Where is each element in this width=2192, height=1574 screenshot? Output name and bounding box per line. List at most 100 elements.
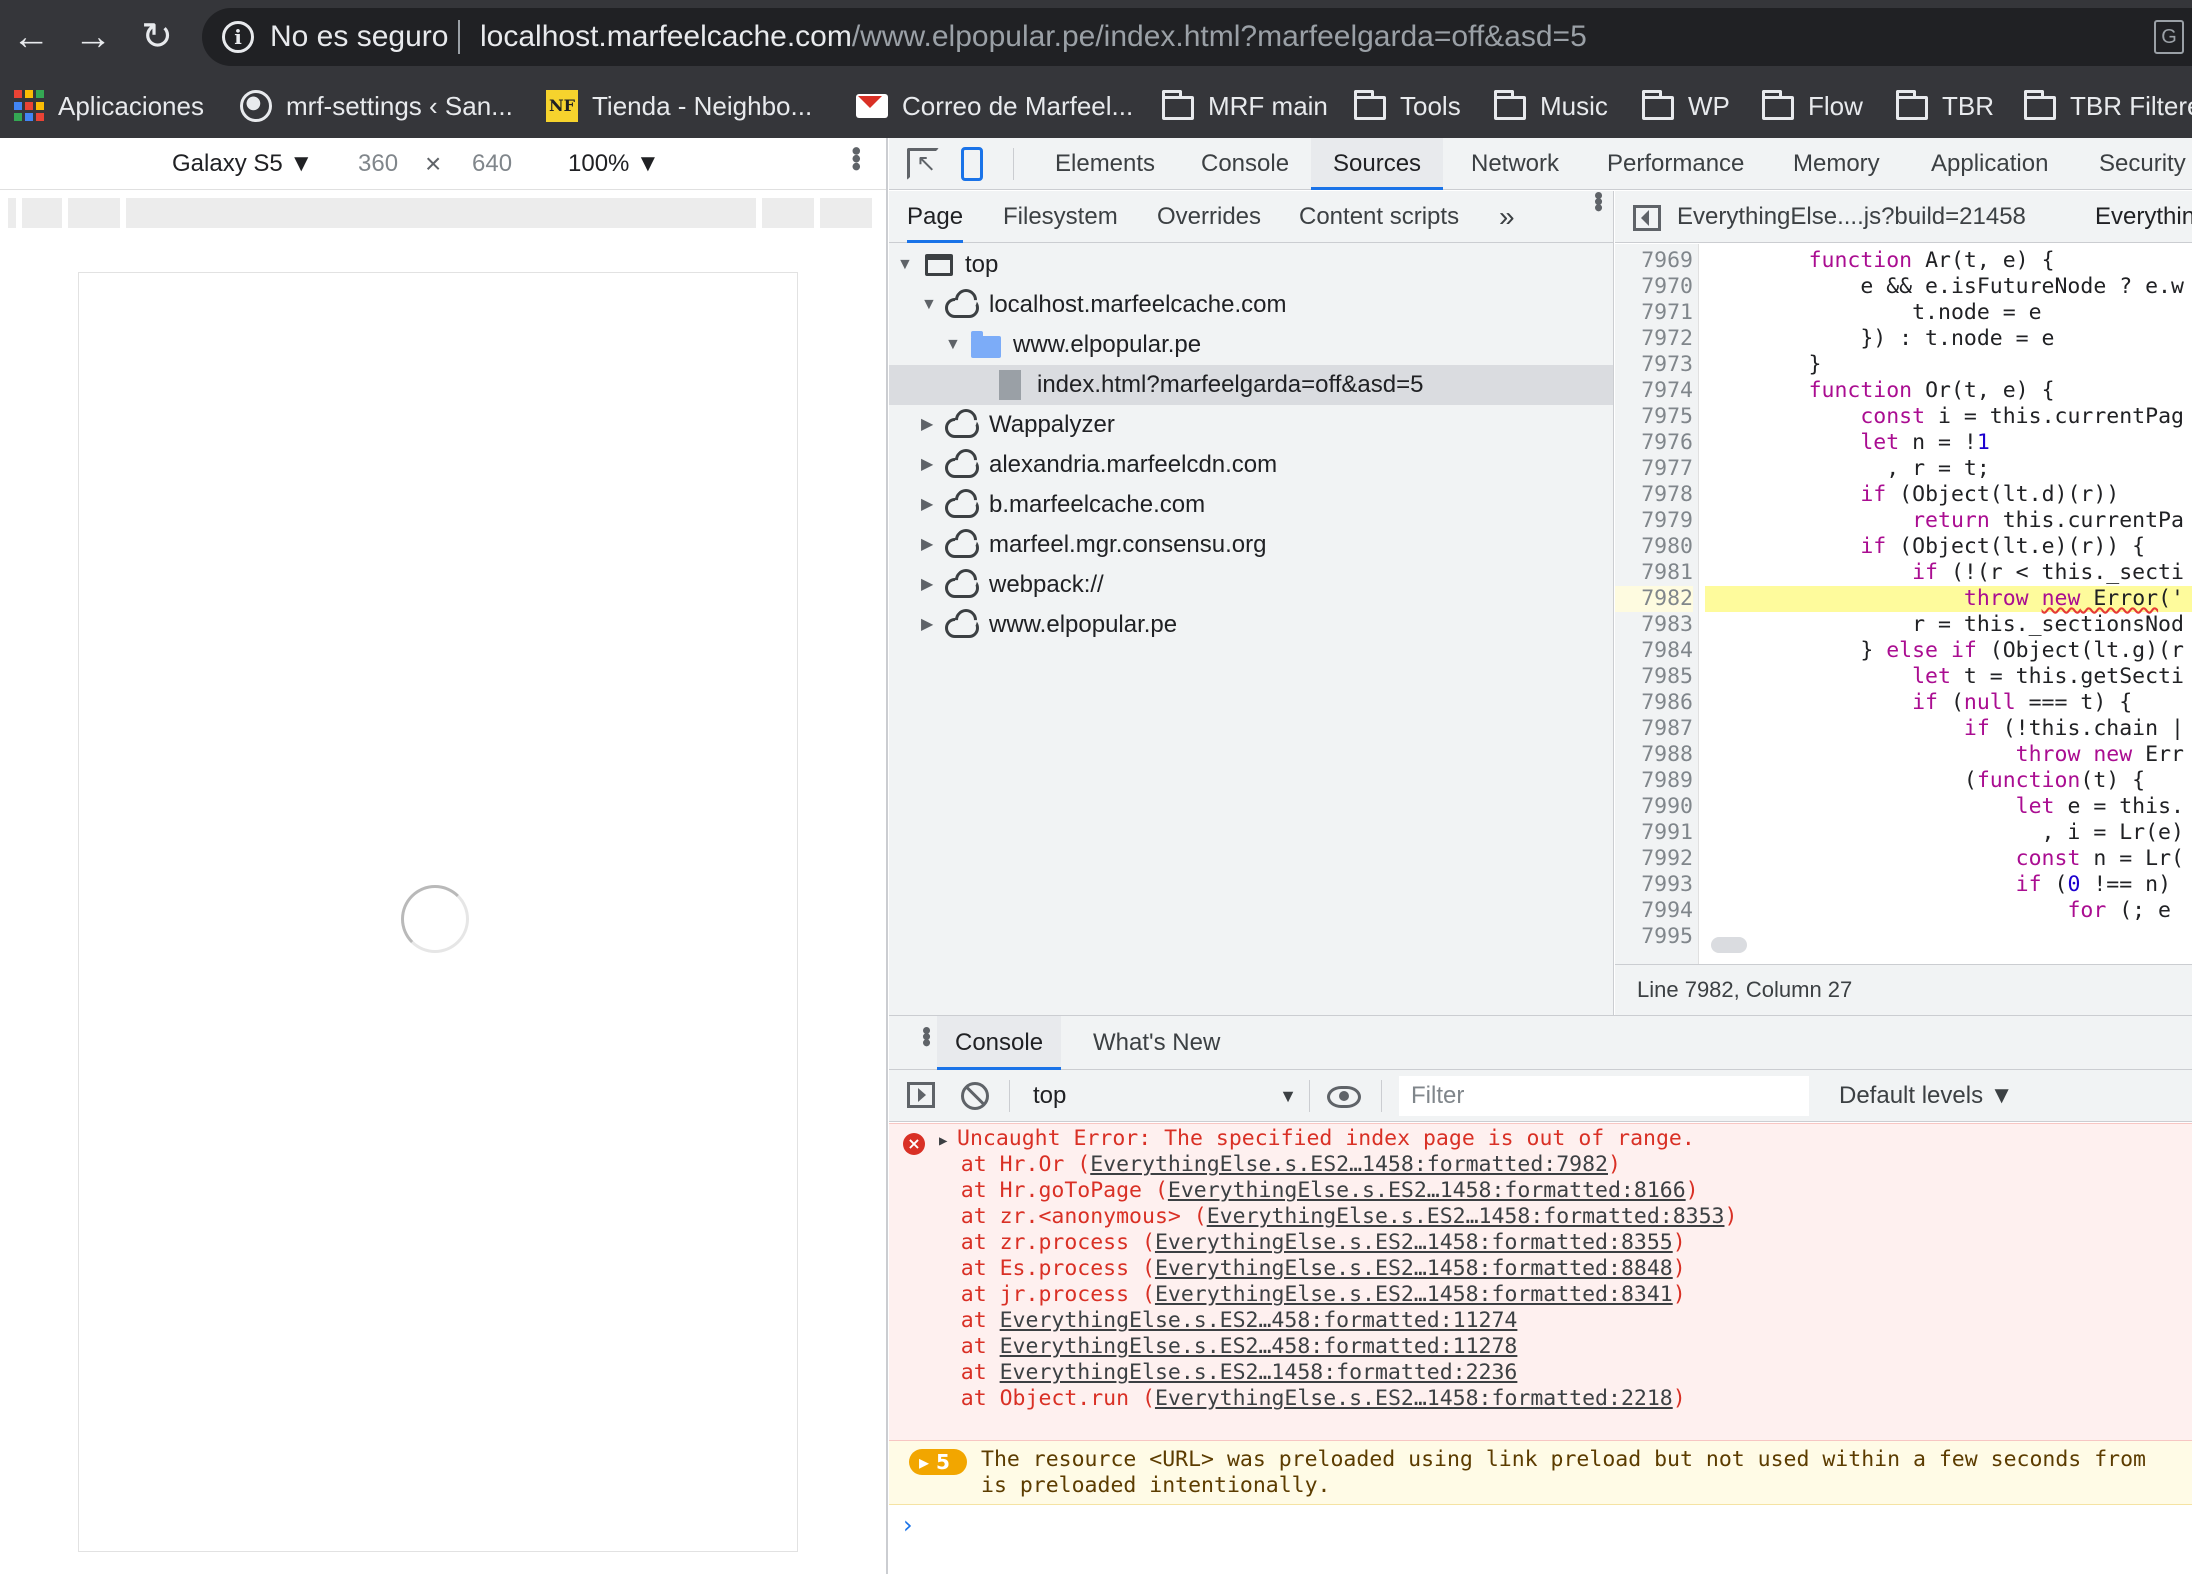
line-number[interactable]: 7979: [1615, 508, 1693, 534]
tab-whats-new[interactable]: What's New: [1093, 1016, 1220, 1070]
zoom-select[interactable]: 100% ▼: [568, 150, 660, 178]
expand-triangle-icon[interactable]: ▶: [939, 1128, 947, 1154]
bookmark-folder-tools[interactable]: Tools: [1354, 86, 1461, 126]
device-select[interactable]: Galaxy S5 ▼: [172, 150, 313, 178]
warning-count-badge[interactable]: ▸ 5: [909, 1449, 967, 1475]
stack-frame-link[interactable]: EverythingElse.s.ES2…1458:formatted:8355: [1155, 1230, 1673, 1255]
line-number[interactable]: 7976: [1615, 430, 1693, 456]
tab-network[interactable]: Network: [1467, 138, 1563, 190]
tree-item[interactable]: ▶ alexandria.marfeelcdn.com: [889, 445, 1613, 485]
line-number[interactable]: 7970: [1615, 274, 1693, 300]
stack-frame-link[interactable]: EverythingElse.s.ES2…1458:formatted:7982: [1090, 1152, 1608, 1177]
device-viewport[interactable]: [78, 272, 798, 1552]
line-number[interactable]: 7995: [1615, 924, 1693, 950]
security-label[interactable]: No es seguro: [270, 20, 448, 54]
expanded-triangle-icon[interactable]: ▼: [897, 245, 913, 285]
device-width-input[interactable]: 360: [358, 150, 398, 178]
tree-item[interactable]: index.html?marfeelgarda=off&asd=5: [889, 365, 1613, 405]
line-number[interactable]: 7972: [1615, 326, 1693, 352]
tab-sources[interactable]: Sources: [1311, 138, 1444, 190]
line-number[interactable]: 7975: [1615, 404, 1693, 430]
stack-frame-link[interactable]: EverythingElse.s.ES2…1458:formatted:8353: [1207, 1204, 1725, 1229]
line-number[interactable]: 7992: [1615, 846, 1693, 872]
clear-console-icon[interactable]: [961, 1082, 989, 1110]
tab-elements[interactable]: Elements: [1051, 138, 1159, 190]
line-number[interactable]: 7990: [1615, 794, 1693, 820]
collapsed-triangle-icon[interactable]: ▶: [921, 405, 933, 445]
line-number[interactable]: 7984: [1615, 638, 1693, 664]
tree-item[interactable]: ▼ localhost.marfeelcache.com: [889, 285, 1613, 325]
stack-frame-link[interactable]: EverythingElse.s.ES2…1458:formatted:2218: [1155, 1386, 1673, 1411]
line-number[interactable]: 7993: [1615, 872, 1693, 898]
tab-filesystem[interactable]: Filesystem: [1003, 191, 1118, 243]
tab-drawer-console[interactable]: Console: [937, 1016, 1062, 1070]
code-area[interactable]: 7969 function Ar(t, e) {7970 e && e.isFu…: [1615, 244, 2192, 964]
address-bar[interactable]: i No es seguro localhost.marfeelcache.co…: [202, 8, 2192, 66]
tab-performance[interactable]: Performance: [1603, 138, 1748, 190]
bookmark-folder-flow[interactable]: Flow: [1762, 86, 1863, 126]
tab-console[interactable]: Console: [1197, 138, 1293, 190]
bookmark-tienda[interactable]: NF Tienda - Neighbo...: [546, 86, 812, 126]
line-number[interactable]: 7987: [1615, 716, 1693, 742]
stack-frame-link[interactable]: EverythingElse.s.ES2…458:formatted:11278: [1000, 1334, 1518, 1359]
bookmark-folder-mrf-main[interactable]: MRF main: [1162, 86, 1328, 126]
tab-security[interactable]: Security: [2095, 138, 2190, 190]
bookmark-folder-wp[interactable]: WP: [1642, 86, 1730, 126]
bookmark-apps[interactable]: Aplicaciones: [14, 86, 204, 126]
bookmark-folder-tbr-filtered[interactable]: TBR Filtere: [2024, 86, 2192, 126]
line-number[interactable]: 7980: [1615, 534, 1693, 560]
tab-overrides[interactable]: Overrides: [1157, 191, 1261, 243]
line-number[interactable]: 7985: [1615, 664, 1693, 690]
inspect-element-icon[interactable]: [907, 148, 939, 180]
line-number[interactable]: 7982: [1615, 586, 1693, 612]
tree-item[interactable]: ▼ www.elpopular.pe: [889, 325, 1613, 365]
tab-application[interactable]: Application: [1927, 138, 2052, 190]
line-number[interactable]: 7977: [1615, 456, 1693, 482]
line-number[interactable]: 7986: [1615, 690, 1693, 716]
forward-arrow-icon[interactable]: →: [70, 14, 116, 60]
tab-content-scripts[interactable]: Content scripts: [1299, 191, 1459, 243]
tree-item[interactable]: ▶ marfeel.mgr.consensu.org: [889, 525, 1613, 565]
back-arrow-icon[interactable]: ←: [8, 14, 54, 60]
tree-item[interactable]: ▶ b.marfeelcache.com: [889, 485, 1613, 525]
tree-item[interactable]: ▶ www.elpopular.pe: [889, 605, 1613, 645]
toggle-navigator-icon[interactable]: [1633, 205, 1661, 231]
filter-input[interactable]: [1399, 1076, 1809, 1116]
show-sidebar-icon[interactable]: [907, 1082, 935, 1108]
tab-memory[interactable]: Memory: [1789, 138, 1884, 190]
line-number[interactable]: 7989: [1615, 768, 1693, 794]
context-select[interactable]: top ▼: [1033, 1070, 1297, 1122]
bookmark-folder-tbr[interactable]: TBR: [1896, 86, 1994, 126]
editor-tab-file[interactable]: EverythingElse....js?build=21458: [1677, 191, 2026, 242]
more-options-icon[interactable]: •••: [840, 146, 872, 169]
collapsed-triangle-icon[interactable]: ▶: [921, 485, 933, 525]
line-number[interactable]: 7969: [1615, 248, 1693, 274]
live-expression-eye-icon[interactable]: [1327, 1086, 1361, 1108]
collapsed-triangle-icon[interactable]: ▶: [921, 605, 933, 645]
collapsed-triangle-icon[interactable]: ▶: [921, 525, 933, 565]
stack-frame-link[interactable]: EverythingElse.s.ES2…1458:formatted:8341: [1155, 1282, 1673, 1307]
collapsed-triangle-icon[interactable]: ▶: [921, 565, 933, 605]
tab-page[interactable]: Page: [907, 191, 964, 243]
stack-frame-link[interactable]: EverythingElse.s.ES2…458:formatted:11274: [1000, 1308, 1518, 1333]
tree-item[interactable]: ▶ Wappalyzer: [889, 405, 1613, 445]
editor-tab-active[interactable]: Everythin: [2085, 191, 2192, 242]
device-height-input[interactable]: 640: [472, 150, 512, 178]
tree-item[interactable]: ▶ webpack://: [889, 565, 1613, 605]
more-tabs-icon[interactable]: »: [1499, 191, 1515, 243]
bookmark-mrf-settings[interactable]: mrf-settings ‹ San...: [240, 86, 513, 126]
media-query-bar[interactable]: [0, 198, 886, 228]
line-number[interactable]: 7978: [1615, 482, 1693, 508]
translate-icon[interactable]: G: [2154, 20, 2184, 54]
console-prompt[interactable]: ›: [889, 1505, 2192, 1549]
stack-frame-link[interactable]: EverythingElse.s.ES2…1458:formatted:2236: [1000, 1360, 1518, 1385]
line-number[interactable]: 7971: [1615, 300, 1693, 326]
stack-frame-link[interactable]: EverythingElse.s.ES2…1458:formatted:8166: [1168, 1178, 1686, 1203]
collapsed-triangle-icon[interactable]: ▶: [921, 445, 933, 485]
line-number[interactable]: 7973: [1615, 352, 1693, 378]
console-warning-message[interactable]: ▸ 5 The resource <URL> was preloaded usi…: [889, 1441, 2192, 1505]
horizontal-scrollbar[interactable]: [1711, 937, 1747, 953]
url-text[interactable]: localhost.marfeelcache.com/www.elpopular…: [480, 20, 1587, 54]
line-number[interactable]: 7994: [1615, 898, 1693, 924]
device-toggle-icon[interactable]: [961, 147, 983, 181]
